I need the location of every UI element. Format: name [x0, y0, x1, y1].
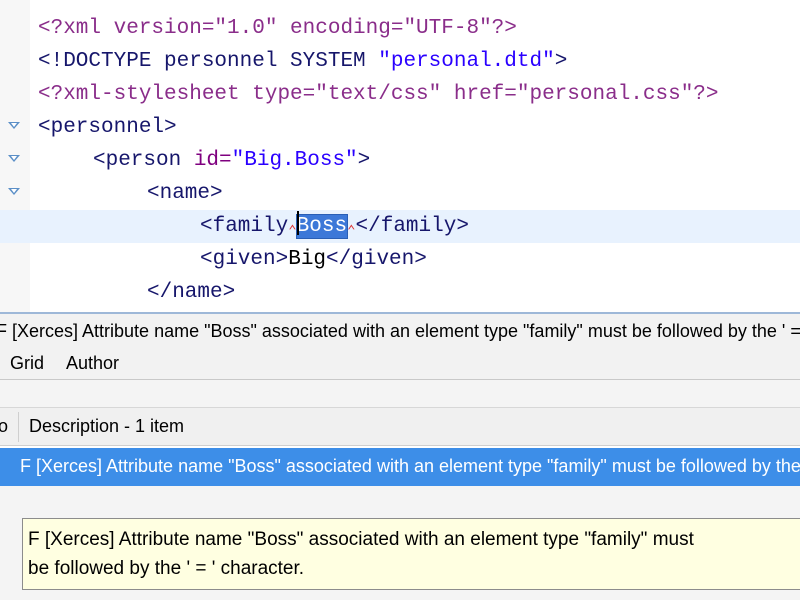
- person-open: <person: [93, 149, 194, 172]
- doctype-line: <!DOCTYPE personnel SYSTEM "personal.dtd…: [38, 45, 567, 78]
- stylesheet-pi: <?xml-stylesheet type="text/css" href="p…: [38, 83, 719, 106]
- code-line-6[interactable]: <name>: [0, 177, 800, 210]
- doctype-close: >: [554, 50, 568, 73]
- tab-grid[interactable]: Grid: [10, 348, 44, 378]
- xml-editor[interactable]: <?xml version="1.0" encoding="UTF-8"?> <…: [0, 0, 800, 312]
- doctype-open: <!DOCTYPE personnel SYSTEM: [38, 50, 379, 73]
- given-tag: <given>Big</given>: [200, 243, 427, 276]
- problem-row[interactable]: F [Xerces] Attribute name "Boss" associa…: [0, 448, 800, 486]
- view-separator: [0, 380, 800, 408]
- error-marker-icon: ⌃: [347, 224, 356, 240]
- code-line-4[interactable]: <personnel>: [0, 111, 800, 144]
- code-line-5[interactable]: <person id="Big.Boss">: [0, 144, 800, 177]
- status-message: F [Xerces] Attribute name "Boss" associa…: [0, 321, 800, 341]
- problems-table-header: o Description - 1 item: [0, 408, 800, 446]
- column-header-description[interactable]: Description - 1 item: [29, 408, 184, 445]
- code-line-8[interactable]: <given>Big</given>: [0, 243, 800, 276]
- column-divider[interactable]: [18, 412, 19, 442]
- person-close: >: [357, 149, 371, 172]
- text-caret: [296, 211, 299, 236]
- family-tag: <family⌃Boss⌃</family>: [200, 210, 469, 245]
- person-attr-value: "Big.Boss": [231, 149, 358, 172]
- error-marker-icon: ⌃: [288, 224, 297, 240]
- given-close: </given>: [326, 248, 427, 271]
- problem-tooltip: F [Xerces] Attribute name "Boss" associa…: [22, 518, 800, 590]
- doctype-system-id: "personal.dtd": [378, 50, 555, 73]
- name-close-tag: </name>: [147, 281, 236, 304]
- code-line-2[interactable]: <!DOCTYPE personnel SYSTEM "personal.dtd…: [0, 45, 800, 78]
- code-line-1[interactable]: <?xml version="1.0" encoding="UTF-8"?>: [0, 12, 800, 45]
- family-open: <family: [200, 215, 289, 238]
- given-open: <given>: [200, 248, 289, 271]
- tooltip-line-1: F [Xerces] Attribute name "Boss" associa…: [28, 529, 694, 550]
- code-line-9[interactable]: </name>: [0, 276, 800, 309]
- code-line-7[interactable]: <family⌃Boss⌃</family>: [0, 210, 800, 243]
- problem-description: F [Xerces] Attribute name "Boss" associa…: [20, 456, 800, 476]
- given-text: Big: [288, 248, 327, 271]
- fold-arrow-icon[interactable]: [8, 155, 20, 162]
- column-header-first[interactable]: o: [0, 408, 8, 445]
- code-line-3[interactable]: <?xml-stylesheet type="text/css" href="p…: [0, 78, 800, 111]
- xml-declaration: <?xml version="1.0" encoding="UTF-8"?>: [38, 17, 517, 40]
- fold-arrow-icon[interactable]: [8, 122, 20, 129]
- person-tag: <person id="Big.Boss">: [93, 144, 370, 177]
- name-open-tag: <name>: [147, 182, 223, 205]
- status-line: F [Xerces] Attribute name "Boss" associa…: [0, 312, 800, 348]
- tab-author[interactable]: Author: [66, 348, 119, 378]
- selected-text[interactable]: Boss: [295, 214, 349, 239]
- family-close: </family>: [355, 215, 469, 238]
- person-attr-name: id=: [193, 149, 232, 172]
- editor-mode-tabs: Grid Author: [0, 348, 800, 380]
- fold-arrow-icon[interactable]: [8, 188, 20, 195]
- tooltip-line-2: be followed by the ' = ' character.: [28, 558, 305, 579]
- personnel-open-tag: <personnel>: [38, 116, 177, 139]
